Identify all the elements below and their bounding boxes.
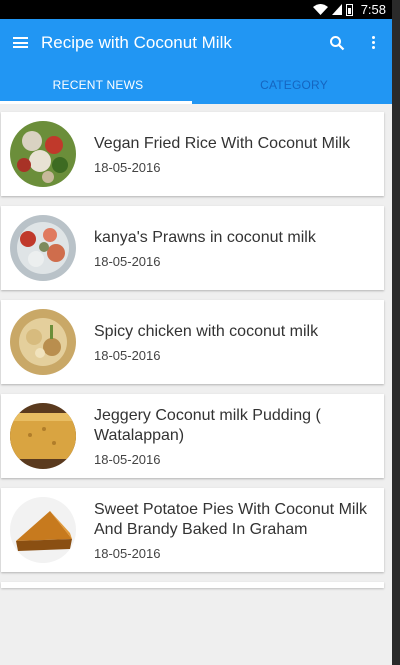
app-screen: 7:58 Recipe with Coconut Milk RECENT NEW… — [0, 0, 392, 665]
more-vert-icon — [371, 36, 375, 49]
app-title: Recipe with Coconut Milk — [41, 32, 232, 52]
overflow-menu-button[interactable] — [354, 19, 392, 66]
recipe-title: Sweet Potatoe Pies With Coconut Milk And… — [94, 500, 368, 538]
recipe-thumbnail — [10, 309, 76, 375]
recipe-card[interactable]: Jeggery Coconut milk Pudding ( Watalappa… — [1, 394, 384, 478]
recipe-date: 18-05-2016 — [94, 347, 161, 363]
recipe-card[interactable]: kanya's Prawns in coconut milk 18-05-201… — [1, 206, 384, 290]
recipe-list: Vegan Fried Rice With Coconut Milk 18-05… — [0, 104, 392, 588]
menu-button[interactable] — [0, 19, 40, 66]
app-bar: Recipe with Coconut Milk — [0, 19, 392, 66]
recipe-card[interactable]: Vegan Fried Rice With Coconut Milk 18-05… — [1, 112, 384, 196]
search-icon — [330, 35, 345, 50]
recipe-title: Jeggery Coconut milk Pudding ( Watalappa… — [94, 406, 321, 444]
recipe-thumbnail — [10, 215, 76, 281]
recipe-card-partial[interactable] — [1, 582, 384, 588]
recipe-title: Vegan Fried Rice With Coconut Milk — [94, 134, 351, 152]
recipe-card[interactable]: Spicy chicken with coconut milk 18-05-20… — [1, 300, 384, 384]
battery-icon — [345, 3, 353, 16]
recipe-title: kanya's Prawns in coconut milk — [94, 228, 316, 246]
recipe-card[interactable]: Sweet Potatoe Pies With Coconut Milk And… — [1, 488, 384, 572]
recipe-thumbnail — [10, 121, 76, 187]
wifi-icon — [312, 4, 328, 15]
recipe-thumbnail — [10, 497, 76, 563]
status-bar: 7:58 — [0, 0, 392, 19]
recipe-date: 18-05-2016 — [94, 545, 161, 561]
recipe-date: 18-05-2016 — [94, 451, 161, 467]
hamburger-icon — [12, 37, 28, 48]
signal-icon — [331, 4, 342, 15]
recipe-thumbnail — [10, 403, 76, 469]
status-time: 7:58 — [360, 2, 386, 17]
screen-edge — [392, 19, 400, 665]
recipe-title: Spicy chicken with coconut milk — [94, 322, 319, 340]
tab-category[interactable]: CATEGORY — [196, 66, 392, 104]
tab-recent-news[interactable]: RECENT NEWS — [0, 66, 196, 104]
tab-bar: RECENT NEWS CATEGORY — [0, 66, 392, 104]
search-button[interactable] — [320, 19, 354, 66]
recipe-date: 18-05-2016 — [94, 253, 161, 269]
tab-indicator — [0, 101, 192, 104]
recipe-date: 18-05-2016 — [94, 159, 161, 175]
